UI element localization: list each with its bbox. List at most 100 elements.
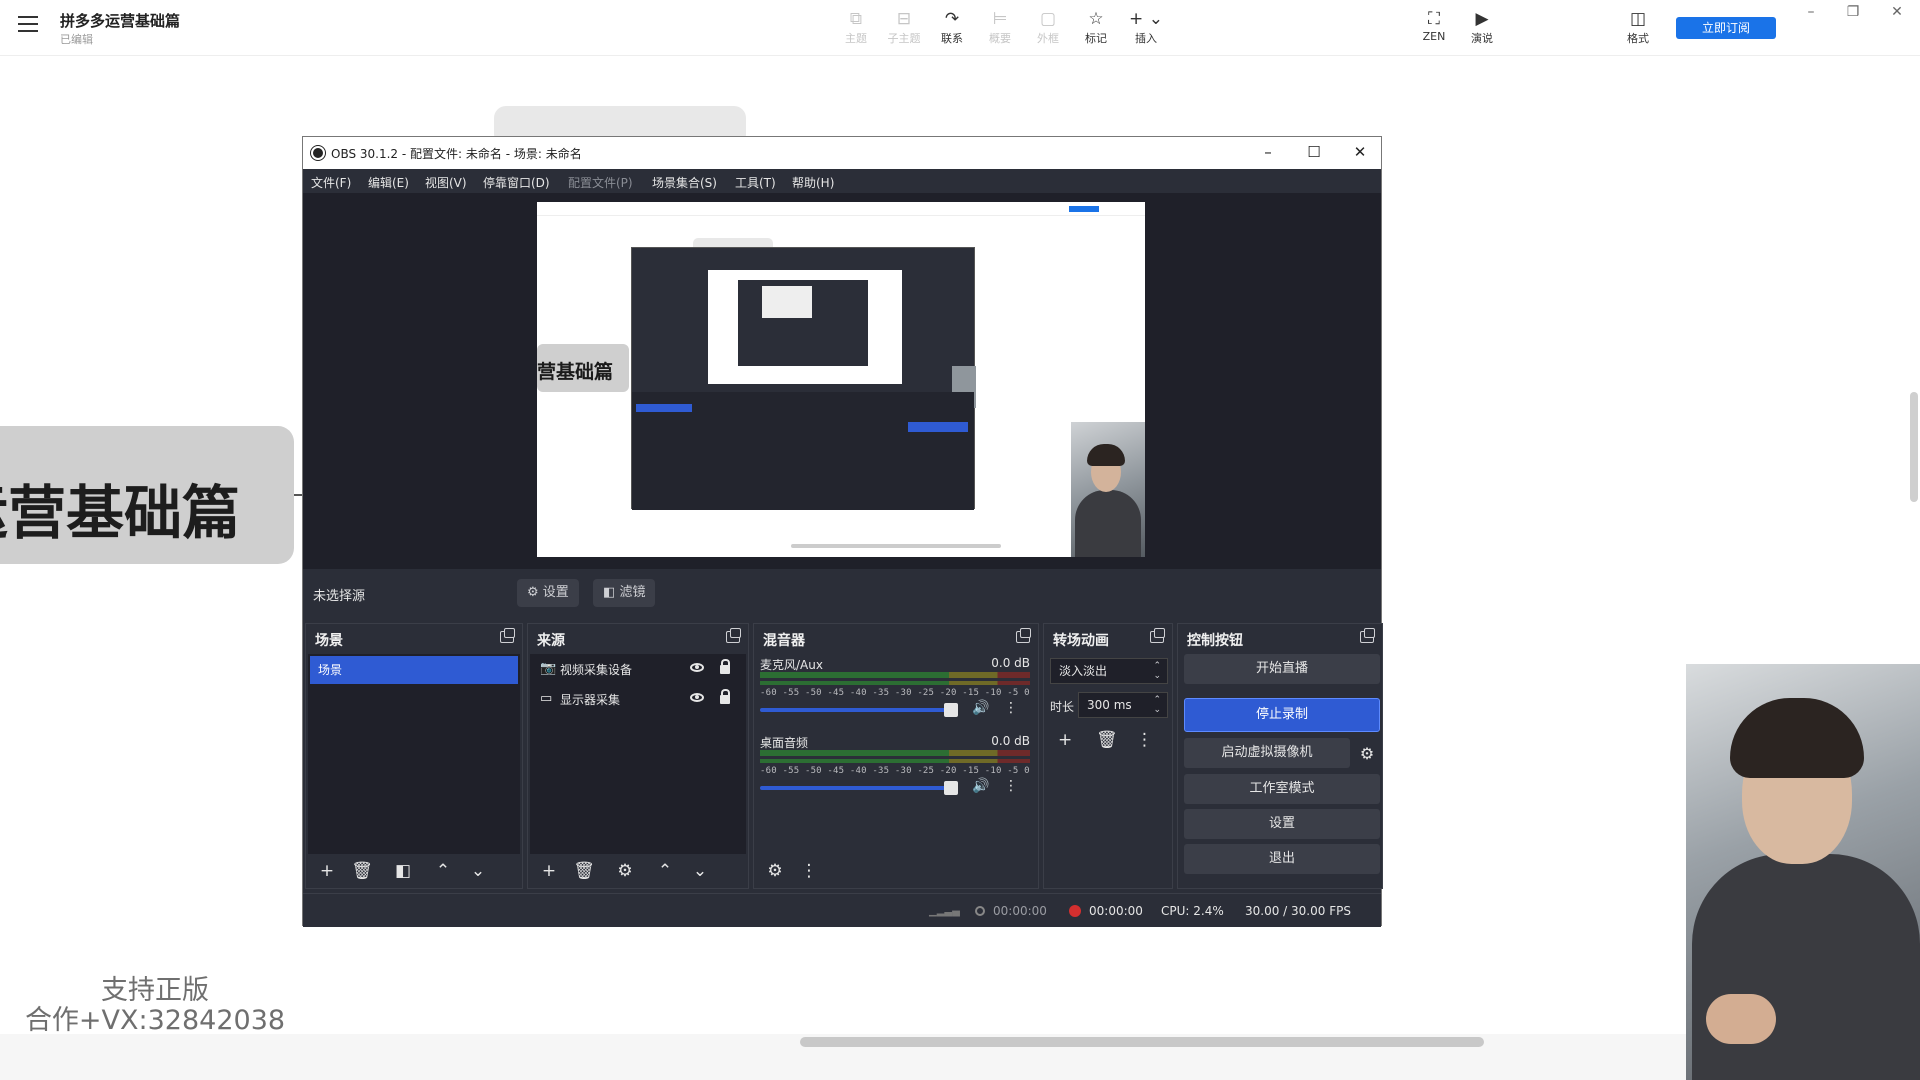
- scenes-list: 场景: [308, 654, 520, 854]
- settings-button[interactable]: 设置: [1184, 809, 1380, 839]
- subtopic-icon: ⊟: [896, 9, 912, 29]
- source-move-down-chevron-icon[interactable]: ⌄: [689, 861, 711, 881]
- duration-spinbox[interactable]: 300 ms ⌃ ⌄: [1078, 692, 1168, 718]
- visibility-eye-icon[interactable]: [690, 693, 704, 702]
- monitor-icon: ▭: [540, 691, 553, 706]
- remove-scene-trash-icon[interactable]: 🗑: [351, 861, 373, 881]
- transition-select[interactable]: 淡入淡出 ⌃ ⌄: [1050, 658, 1168, 684]
- scene-item[interactable]: 场景: [310, 656, 518, 684]
- menu-file[interactable]: 文件(F): [311, 174, 351, 191]
- toolbar-topic-button[interactable]: ⧉ 主题: [834, 8, 878, 46]
- volume-meter: [760, 672, 1030, 678]
- sources-list: 📷 视频采集设备 ▭ 显示器采集: [530, 654, 746, 854]
- speaker-icon[interactable]: 🔊: [972, 700, 989, 716]
- add-transition-plus-icon[interactable]: +: [1058, 730, 1072, 750]
- properties-label: 设置: [542, 585, 569, 600]
- toolbar-summary-button[interactable]: ⊨ 概要: [978, 8, 1022, 46]
- meter-ticks: -60 -55 -50 -45 -40 -35 -30 -25 -20 -15 …: [760, 688, 1030, 698]
- undock-icon[interactable]: [1016, 628, 1031, 643]
- obs-window: OBS 30.1.2 - 配置文件: 未命名 - 场景: 未命名 – ☐ ✕ 文…: [302, 136, 1586, 927]
- toolbar-boundary-button[interactable]: ▢ 外框: [1026, 8, 1070, 46]
- remove-source-trash-icon[interactable]: 🗑: [573, 861, 595, 881]
- hamburger-menu-icon[interactable]: [18, 16, 38, 34]
- channel-db: 0.0 dB: [991, 734, 1030, 748]
- document-title[interactable]: 拼多多运营基础篇: [60, 10, 180, 31]
- remove-transition-trash-icon[interactable]: 🗑: [1096, 730, 1118, 750]
- mixer-menu-icon[interactable]: ⋮: [798, 861, 820, 881]
- scenes-dock-title: 场景: [315, 633, 343, 649]
- horizontal-scrollbar[interactable]: [800, 1037, 1484, 1047]
- subscribe-button[interactable]: 立即订阅: [1676, 17, 1776, 39]
- scene-filters-icon[interactable]: ◧: [392, 861, 414, 881]
- volume-meter: [760, 681, 1030, 685]
- format-panel-button[interactable]: ◫ 格式: [1616, 8, 1660, 46]
- lock-icon[interactable]: [720, 689, 730, 704]
- studio-mode-button[interactable]: 工作室模式: [1184, 774, 1380, 804]
- app-close-icon[interactable]: ✕: [1882, 4, 1912, 20]
- obs-close-icon[interactable]: ✕: [1345, 143, 1375, 161]
- virtual-camera-row: ⚙: [1178, 738, 1384, 768]
- volume-slider[interactable]: [760, 781, 958, 795]
- source-item-video-capture[interactable]: 📷 视频采集设备: [530, 654, 746, 684]
- toolbar-marker-button[interactable]: ☆ 标记: [1074, 8, 1118, 46]
- source-item-display-capture[interactable]: ▭ 显示器采集: [530, 684, 746, 714]
- volume-slider-handle[interactable]: [944, 703, 958, 717]
- undock-icon[interactable]: [500, 628, 515, 643]
- menu-docks[interactable]: 停靠窗口(D): [483, 174, 550, 191]
- transition-menu-icon[interactable]: ⋮: [1136, 730, 1153, 750]
- start-streaming-button[interactable]: 开始直播: [1184, 654, 1380, 684]
- mixer-channel-mic: 麦克风/Aux 0.0 dB -60 -55 -50 -45 -40 -35 -…: [758, 656, 1034, 734]
- toolbar-insert-button[interactable]: + ⌄ 插入: [1124, 8, 1168, 46]
- speaker-icon[interactable]: 🔊: [972, 778, 989, 794]
- toolbar-relation-button[interactable]: ↷ 联系: [930, 8, 974, 46]
- menu-scene-collection[interactable]: 场景集合(S): [652, 174, 717, 191]
- vertical-scrollbar[interactable]: [1910, 392, 1918, 502]
- lock-icon[interactable]: [720, 659, 730, 674]
- menu-help[interactable]: 帮助(H): [792, 174, 834, 191]
- present-button[interactable]: ▶ 演说: [1460, 8, 1504, 46]
- virtual-camera-settings-gear-icon[interactable]: ⚙: [1354, 740, 1380, 768]
- obs-maximize-icon[interactable]: ☐: [1299, 143, 1329, 161]
- preview-canvas[interactable]: 营基础篇: [537, 202, 1145, 557]
- menu-edit[interactable]: 编辑(E): [368, 174, 409, 191]
- preview-nested-canvas-2: [762, 286, 812, 318]
- app-minimize-icon[interactable]: –: [1796, 4, 1826, 20]
- undock-icon[interactable]: [726, 628, 741, 643]
- more-options-icon[interactable]: ⋮: [1004, 700, 1018, 716]
- volume-slider[interactable]: [760, 703, 958, 717]
- filters-button[interactable]: ◧ 滤镜: [593, 579, 656, 607]
- volume-meter: [760, 750, 1030, 756]
- visibility-eye-icon[interactable]: [690, 663, 704, 672]
- stop-recording-button[interactable]: 停止录制: [1184, 698, 1380, 732]
- webcam-overlay: [1686, 664, 1920, 1080]
- volume-slider-handle[interactable]: [944, 781, 958, 795]
- source-move-up-chevron-icon[interactable]: ⌃: [654, 861, 676, 881]
- add-source-plus-icon[interactable]: +: [538, 861, 560, 881]
- undock-icon[interactable]: [1150, 628, 1165, 643]
- advanced-audio-gear-icon[interactable]: ⚙: [764, 861, 786, 881]
- obs-minimize-icon[interactable]: –: [1253, 143, 1283, 161]
- menu-tools[interactable]: 工具(T): [735, 174, 776, 191]
- webcam-person-hair: [1730, 698, 1864, 778]
- menu-profile[interactable]: 配置文件(P): [568, 174, 633, 191]
- scene-move-down-chevron-icon[interactable]: ⌄: [467, 861, 489, 881]
- mixer-dock-footer: ⚙ ⋮: [754, 854, 1038, 888]
- obs-titlebar[interactable]: OBS 30.1.2 - 配置文件: 未命名 - 场景: 未命名 – ☐ ✕: [303, 137, 1381, 169]
- source-properties-gear-icon[interactable]: ⚙: [614, 861, 636, 881]
- more-options-icon[interactable]: ⋮: [1004, 778, 1018, 794]
- exit-button[interactable]: 退出: [1184, 844, 1380, 874]
- watermark-line1: 支持正版: [101, 975, 209, 1006]
- mixer-channel-desktop: 桌面音频 0.0 dB -60 -55 -50 -45 -40 -35 -30 …: [758, 734, 1034, 812]
- plus-icon: + ⌄: [1129, 9, 1163, 29]
- obs-window-title: OBS 30.1.2 - 配置文件: 未命名 - 场景: 未命名: [331, 147, 582, 161]
- scene-move-up-chevron-icon[interactable]: ⌃: [432, 861, 454, 881]
- chevron-updown-icon[interactable]: ⌃ ⌄: [1153, 695, 1161, 715]
- menu-view[interactable]: 视图(V): [425, 174, 467, 191]
- add-scene-plus-icon[interactable]: +: [316, 861, 338, 881]
- toolbar-subtopic-button[interactable]: ⊟ 子主题: [882, 8, 926, 46]
- source-toolbar: 未选择源 ⚙ 设置 ◧ 滤镜: [303, 569, 1381, 617]
- undock-icon[interactable]: [1360, 628, 1375, 643]
- app-restore-icon[interactable]: ❐: [1838, 4, 1868, 20]
- zen-mode-button[interactable]: ⛶ ZEN: [1412, 8, 1456, 43]
- properties-button[interactable]: ⚙ 设置: [517, 579, 579, 607]
